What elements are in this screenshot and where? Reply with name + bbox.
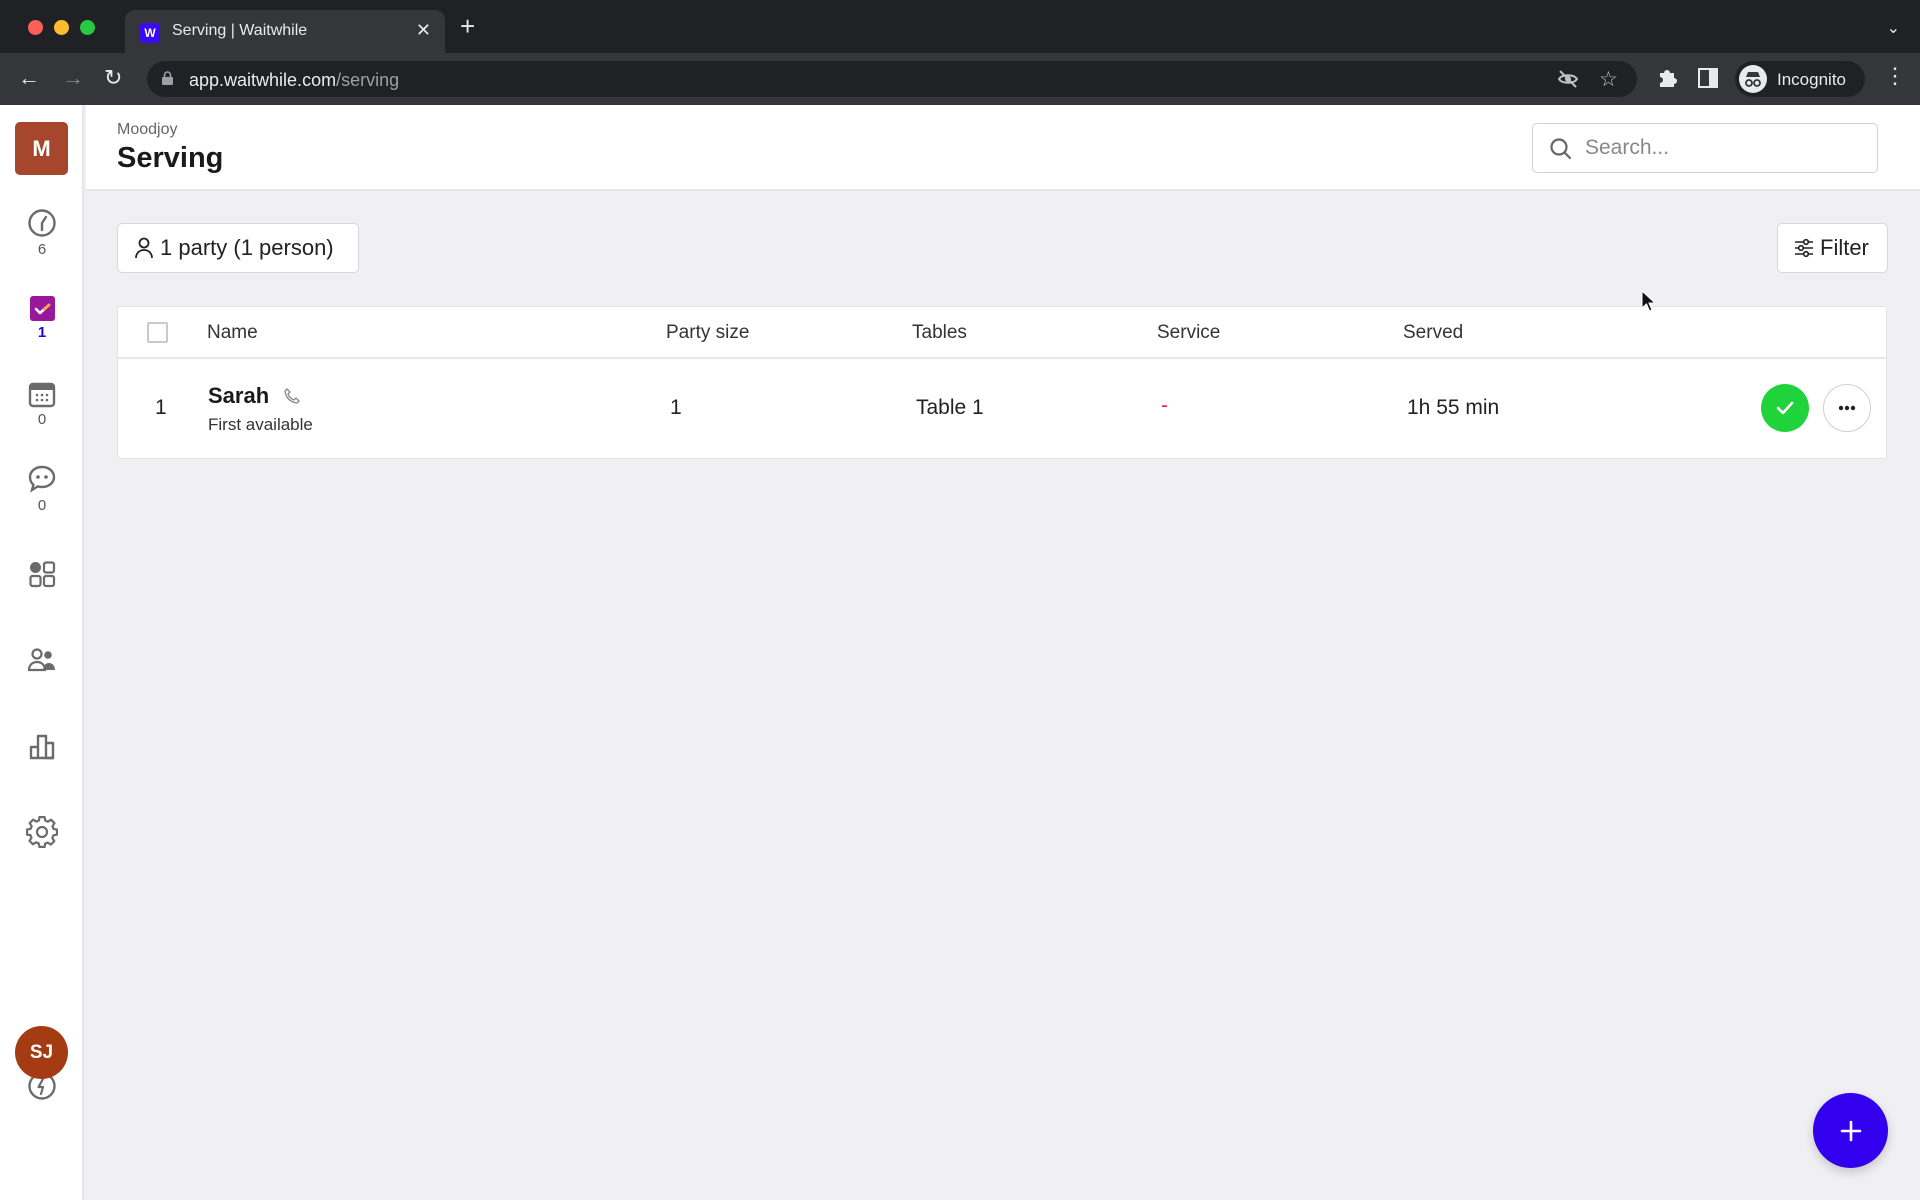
browser-tab-bar: W Serving | Waitwhile ✕ + ⌄ bbox=[0, 0, 1920, 53]
add-visitor-button[interactable] bbox=[1813, 1093, 1888, 1168]
page-title: Serving bbox=[117, 142, 224, 174]
party-summary-label: 1 party (1 person) bbox=[160, 235, 334, 260]
tab-title: Serving | Waitwhile bbox=[172, 22, 308, 39]
sidebar-item-customers[interactable] bbox=[0, 648, 84, 672]
side-panel-icon[interactable] bbox=[1698, 68, 1718, 94]
filter-button[interactable]: Filter bbox=[1777, 223, 1888, 273]
sidebar-item-apps[interactable] bbox=[0, 560, 84, 588]
chat-icon bbox=[28, 465, 56, 493]
more-options-button[interactable] bbox=[1823, 384, 1871, 432]
org-badge[interactable]: M bbox=[15, 122, 68, 175]
search-box[interactable] bbox=[1532, 123, 1878, 173]
tab-search-chevron-icon[interactable]: ⌄ bbox=[1887, 18, 1900, 38]
select-all-checkbox[interactable] bbox=[147, 322, 168, 343]
sidebar-item-analytics[interactable] bbox=[0, 732, 84, 760]
served-duration: 1h 55 min bbox=[1407, 396, 1500, 419]
mouse-cursor-icon bbox=[1641, 290, 1655, 312]
browser-toolbar: ← → ↻ app.waitwhile.com/serving ☆ Incogn… bbox=[0, 53, 1920, 105]
url-text: app.waitwhile.com/serving bbox=[189, 70, 399, 91]
analytics-icon bbox=[29, 734, 55, 760]
address-bar[interactable]: app.waitwhile.com/serving ☆ bbox=[147, 61, 1637, 97]
messages-count: 0 bbox=[37, 497, 47, 514]
complete-visit-button[interactable] bbox=[1761, 384, 1809, 432]
sidebar-item-serving[interactable]: 1 bbox=[0, 296, 84, 341]
column-header-name[interactable]: Name bbox=[207, 322, 258, 344]
sidebar-item-messages[interactable]: 0 bbox=[0, 464, 84, 514]
apps-grid-icon bbox=[29, 561, 56, 588]
filter-sliders-icon bbox=[1795, 238, 1813, 258]
row-index: 1 bbox=[155, 396, 167, 419]
serving-table: Name Party size Tables Service Served 1 … bbox=[117, 306, 1887, 459]
users-icon bbox=[27, 648, 55, 672]
column-header-served[interactable]: Served bbox=[1403, 322, 1463, 344]
customer-subtitle: First available bbox=[208, 415, 313, 434]
settings-icon bbox=[26, 816, 58, 848]
sidebar-item-bookings[interactable]: 0 bbox=[0, 380, 84, 428]
incognito-icon bbox=[1739, 65, 1767, 93]
filter-label: Filter bbox=[1820, 235, 1869, 260]
profile-button[interactable]: Incognito bbox=[1735, 61, 1865, 97]
browser-menu-icon[interactable]: ⋮ bbox=[1884, 63, 1906, 89]
serving-check-icon bbox=[29, 296, 55, 321]
page-header: Moodjoy Serving bbox=[86, 105, 1920, 191]
window-minimize-button[interactable] bbox=[54, 20, 69, 35]
clock-icon bbox=[28, 209, 56, 237]
serving-count: 1 bbox=[37, 324, 47, 341]
column-header-party-size[interactable]: Party size bbox=[666, 322, 749, 344]
sidebar: M 6 1 0 0 SJ bbox=[0, 105, 84, 1200]
lock-icon bbox=[162, 71, 173, 85]
waitlist-count: 6 bbox=[37, 241, 47, 258]
reload-button[interactable]: ↻ bbox=[104, 65, 122, 91]
plus-icon bbox=[1840, 1120, 1861, 1141]
window-maximize-button[interactable] bbox=[80, 20, 95, 35]
user-avatar[interactable]: SJ bbox=[15, 1026, 68, 1079]
url-path: /serving bbox=[336, 70, 400, 90]
customer-name[interactable]: Sarah bbox=[208, 383, 269, 409]
window-close-button[interactable] bbox=[28, 20, 43, 35]
bookings-count: 0 bbox=[37, 411, 47, 428]
sidebar-item-waitlist[interactable]: 6 bbox=[0, 208, 84, 258]
browser-tab[interactable]: W Serving | Waitwhile ✕ bbox=[125, 10, 445, 53]
column-header-tables[interactable]: Tables bbox=[912, 322, 967, 344]
extensions-puzzle-icon[interactable] bbox=[1656, 67, 1678, 95]
eye-off-icon[interactable] bbox=[1557, 69, 1579, 95]
tab-close-icon[interactable]: ✕ bbox=[416, 20, 431, 41]
profile-label: Incognito bbox=[1777, 70, 1846, 89]
back-button[interactable]: ← bbox=[18, 65, 40, 91]
search-input[interactable] bbox=[1585, 132, 1865, 164]
waitwhile-favicon-icon: W bbox=[140, 23, 160, 43]
org-name: Moodjoy bbox=[117, 121, 178, 138]
search-icon bbox=[1550, 138, 1572, 160]
more-dots-icon bbox=[1838, 405, 1856, 411]
forward-button[interactable]: → bbox=[62, 65, 84, 91]
service-value: - bbox=[1161, 394, 1168, 417]
check-icon bbox=[1776, 401, 1794, 415]
calendar-icon bbox=[28, 382, 56, 408]
table-header: Name Party size Tables Service Served bbox=[118, 307, 1886, 359]
new-tab-button[interactable]: + bbox=[460, 13, 475, 39]
table-value: Table 1 bbox=[916, 396, 984, 419]
column-header-service[interactable]: Service bbox=[1157, 322, 1220, 344]
sidebar-item-settings[interactable] bbox=[0, 816, 84, 848]
person-icon bbox=[135, 237, 153, 259]
party-size-value: 1 bbox=[670, 396, 682, 419]
phone-icon bbox=[284, 388, 300, 404]
url-host: app.waitwhile.com bbox=[189, 70, 337, 90]
party-summary-button[interactable]: 1 party (1 person) bbox=[117, 223, 359, 273]
bookmark-star-icon[interactable]: ☆ bbox=[1599, 67, 1618, 92]
